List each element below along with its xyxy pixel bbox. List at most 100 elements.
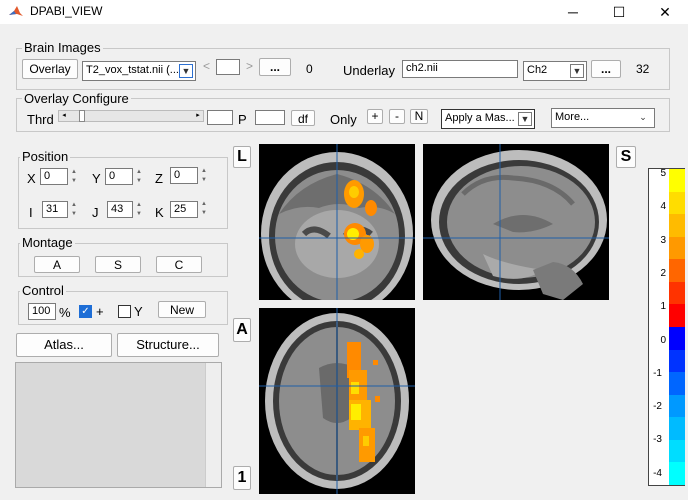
underlay-browse-button[interactable]: ... (591, 60, 621, 78)
view-label-axial[interactable]: A (233, 318, 251, 342)
colorbar-segment (669, 372, 685, 396)
colorbar-tick-label: 3 (660, 234, 666, 246)
i-label: I (29, 205, 33, 220)
chevron-down-icon: ▼ (179, 64, 193, 78)
coronal-view[interactable] (259, 144, 415, 300)
n-button[interactable]: N (410, 109, 428, 124)
overlay-configure-label: Overlay Configure (22, 91, 131, 106)
colorbar-tick-label: 4 (660, 201, 666, 213)
zoom-field[interactable]: 100 (28, 303, 56, 320)
z-spinner[interactable]: ▲ ▼ (200, 167, 208, 185)
template-select-value: Ch2 (527, 64, 548, 76)
colorbar-tick-label: 1 (660, 301, 666, 313)
y-label: Y (92, 171, 101, 186)
more-select-value: More... (555, 111, 590, 123)
control-label: Control (20, 283, 66, 298)
close-button[interactable]: ✕ (642, 0, 688, 24)
montage-a-button[interactable]: A (34, 256, 80, 273)
maximize-button[interactable]: ☐ (596, 0, 642, 24)
apply-mask-value: Apply a Mas... (445, 112, 515, 124)
underlay-count: 32 (636, 62, 650, 76)
slider-thumb[interactable] (79, 110, 85, 122)
colorbar-gradient (669, 169, 685, 486)
underlay-label: Underlay (343, 63, 396, 78)
overlay-count: 0 (306, 62, 313, 76)
threshold-field[interactable] (207, 110, 233, 125)
colorbar-segment (669, 462, 685, 486)
prev-overlay-button[interactable]: < (203, 59, 210, 73)
colorbar-segment (669, 417, 685, 441)
montage-label: Montage (20, 235, 75, 250)
colorbar-tick-label: -1 (653, 367, 662, 379)
atlas-button[interactable]: Atlas... (16, 333, 112, 357)
x-field[interactable]: 0 (40, 168, 68, 185)
only-label: Only (330, 112, 357, 127)
overlay-browse-button[interactable]: ... (259, 58, 291, 76)
minus-button[interactable]: - (389, 109, 405, 124)
window-title: DPABI_VIEW (30, 4, 103, 18)
z-label: Z (155, 171, 163, 186)
k-spinner[interactable]: ▲ ▼ (200, 200, 208, 218)
k-field[interactable]: 25 (170, 201, 198, 218)
colorbar-tick-label: 0 (660, 334, 666, 346)
apply-mask-select[interactable]: Apply a Mas... ▼ (441, 109, 535, 129)
new-button[interactable]: New (158, 301, 206, 318)
colorbar-segment (669, 439, 685, 463)
overlay-select[interactable]: T2_vox_tstat.nii (... ▼ (82, 61, 196, 81)
chevron-down-icon: ⌄ (636, 111, 650, 125)
colorbar-segment (669, 191, 685, 215)
threshold-slider[interactable]: ◂ ▸ (58, 110, 204, 122)
axial-view[interactable] (259, 308, 415, 494)
brain-images-label: Brain Images (22, 40, 103, 55)
z-field[interactable]: 0 (170, 167, 198, 184)
sagittal-view[interactable] (423, 144, 609, 300)
crosshair-checkbox[interactable]: ✓ (79, 305, 92, 318)
coronal-brain-image (259, 144, 415, 300)
montage-s-button[interactable]: S (95, 256, 141, 273)
i-spinner[interactable]: ▲ ▼ (70, 201, 78, 219)
colorbar-segment (669, 394, 685, 418)
colorbar-tick-label: -4 (653, 467, 662, 479)
j-spinner[interactable]: ▲ ▼ (135, 201, 143, 219)
colorbar-tick-label: 5 (660, 168, 666, 179)
montage-c-button[interactable]: C (156, 256, 202, 273)
info-listbox[interactable] (15, 362, 222, 488)
y-checkbox[interactable] (118, 305, 131, 318)
sagittal-brain-image (423, 144, 609, 300)
colorbar-segment (669, 327, 685, 351)
k-label: K (155, 205, 164, 220)
colorbar-segment (669, 349, 685, 373)
info-scrollbar[interactable] (205, 363, 221, 487)
overlay-index-field[interactable] (216, 59, 240, 75)
next-overlay-button[interactable]: > (246, 59, 253, 73)
slider-left-arrow-icon[interactable]: ◂ (59, 111, 69, 121)
overlay-button[interactable]: Overlay (22, 59, 78, 79)
minimize-button[interactable]: ─ (550, 0, 596, 24)
structure-button[interactable]: Structure... (117, 333, 219, 357)
colorbar-tick-label: 2 (660, 267, 666, 279)
colorbar-segment (669, 236, 685, 260)
template-select[interactable]: Ch2 ▼ (523, 61, 587, 81)
df-button[interactable]: df (291, 110, 315, 126)
i-field[interactable]: 31 (42, 201, 68, 218)
y-spinner[interactable]: ▲ ▼ (135, 168, 143, 186)
view-label-extra[interactable]: 1 (233, 466, 251, 490)
x-label: X (27, 171, 36, 186)
colorbar-segment (669, 259, 685, 283)
overlay-select-value: T2_vox_tstat.nii (... (86, 64, 179, 76)
more-select[interactable]: More... ⌄ (551, 108, 655, 128)
view-label-sagittal[interactable]: S (616, 146, 636, 168)
slider-right-arrow-icon[interactable]: ▸ (193, 111, 203, 121)
plus-button[interactable]: + (367, 109, 383, 124)
colorbar-tick-label: -3 (653, 434, 662, 446)
view-label-coronal[interactable]: L (233, 146, 251, 168)
y-field[interactable]: 0 (105, 168, 133, 185)
thrd-label: Thrd (27, 112, 54, 127)
x-spinner[interactable]: ▲ ▼ (70, 168, 78, 186)
chevron-down-icon: ▼ (570, 64, 584, 78)
j-field[interactable]: 43 (107, 201, 133, 218)
colorbar-segment (669, 169, 685, 193)
underlay-field[interactable]: ch2.nii (402, 60, 518, 78)
colorbar-tick-label: -2 (653, 401, 662, 413)
p-value-field[interactable] (255, 110, 285, 125)
